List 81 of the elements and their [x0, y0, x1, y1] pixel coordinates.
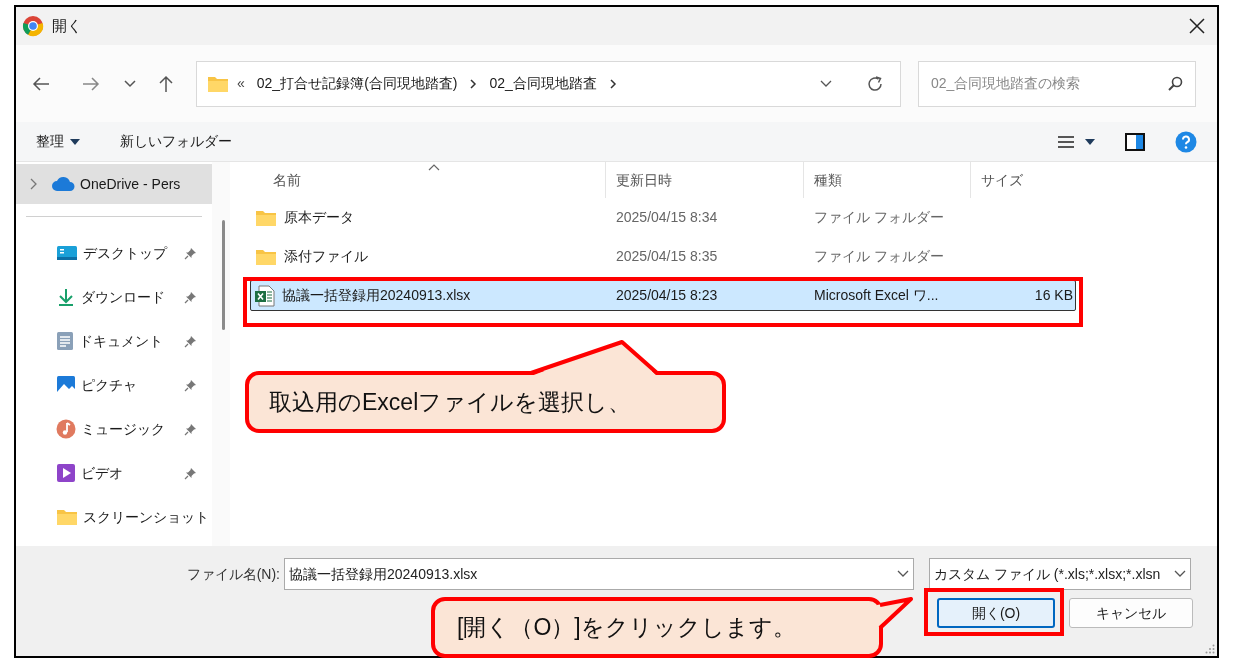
file-name: 添付ファイル	[284, 247, 368, 266]
chevron-down-icon[interactable]	[897, 570, 909, 578]
preview-pane-icon[interactable]	[1125, 132, 1145, 151]
cancel-button[interactable]: キャンセル	[1069, 598, 1193, 628]
back-arrow-icon[interactable]	[32, 75, 50, 92]
file-row[interactable]: 添付ファイル 2025/04/15 8:35 ファイル フォルダー	[250, 241, 1076, 272]
file-row[interactable]: 原本データ 2025/04/15 8:34 ファイル フォルダー	[250, 202, 1076, 233]
sidebar-item[interactable]: デスクトップ	[16, 233, 212, 273]
sort-caret-icon	[428, 164, 440, 171]
caret-icon[interactable]	[70, 138, 80, 145]
filename-label: ファイル名(N):	[185, 564, 281, 584]
cloud-icon	[51, 176, 75, 192]
window-title: 開く	[52, 15, 82, 36]
column-header[interactable]: 種類	[814, 169, 842, 191]
video-play-icon	[56, 463, 76, 483]
chevron-right-icon[interactable]	[608, 78, 617, 89]
help-icon[interactable]	[1175, 130, 1197, 153]
caret-icon[interactable]	[1085, 138, 1095, 145]
up-arrow-icon[interactable]	[158, 74, 174, 93]
pin-icon[interactable]	[184, 378, 197, 392]
breadcrumb-item[interactable]: 02_合同現地踏査	[489, 73, 597, 94]
close-icon[interactable]	[1189, 18, 1205, 34]
browser-logo-icon	[22, 15, 44, 37]
callout: [開く（O）]をクリックします。	[431, 597, 883, 658]
column-header[interactable]: 更新日時	[616, 169, 672, 191]
sidebar-item[interactable]: OneDrive - Pers	[16, 164, 212, 204]
search-box[interactable]: 02_合同現地踏査の検索	[918, 60, 1196, 107]
column-header[interactable]: サイズ	[981, 169, 1023, 191]
address-bar[interactable]: « 02_打合せ記録簿(合同現地踏査) 02_合同現地踏査	[196, 60, 901, 107]
callout-pointer	[877, 597, 913, 631]
desktop-icon	[56, 244, 78, 262]
document-icon	[56, 331, 74, 351]
file-name: 原本データ	[284, 208, 354, 227]
forward-arrow-icon[interactable]	[82, 75, 100, 92]
search-icon[interactable]	[1167, 75, 1183, 92]
table-cell-text: Microsoft Excel ワ...	[813, 286, 940, 305]
chevron-right-icon[interactable]	[469, 78, 478, 89]
file-row[interactable]: 協議一括登録用20240913.xlsx 2025/04/15 8:23 Microsoft Excel ワ... 16 KB	[250, 280, 1076, 311]
sidebar-item[interactable]: ビデオ	[16, 453, 212, 493]
breadcrumb-item[interactable]: 02_打合せ記録簿(合同現地踏査)	[256, 73, 458, 94]
table-cell-text: ファイル フォルダー	[813, 208, 945, 227]
folder-icon	[255, 208, 277, 227]
chevron-down-icon[interactable]	[820, 79, 832, 88]
pin-icon[interactable]	[184, 422, 197, 436]
table-cell-text: 16 KB	[1034, 286, 1074, 305]
chevron-down-icon[interactable]	[124, 79, 136, 88]
refresh-icon[interactable]	[866, 74, 884, 93]
download-arrow-icon	[56, 287, 76, 307]
pin-icon[interactable]	[184, 246, 197, 260]
picture-icon	[56, 375, 76, 395]
table-cell-text: 2025/04/15 8:34	[615, 208, 719, 227]
folder-icon	[56, 508, 78, 526]
breadcrumb-overflow[interactable]: «	[237, 73, 245, 94]
table-cell-text: 2025/04/15 8:35	[615, 247, 719, 266]
search-field[interactable]: 02_合同現地踏査の検索	[931, 73, 1167, 94]
pin-icon[interactable]	[184, 466, 197, 480]
filename-box[interactable]: 協議一括登録用20240913.xlsx	[284, 558, 914, 590]
pin-icon[interactable]	[184, 334, 197, 348]
spreadsheet-file-icon	[255, 284, 275, 307]
resize-grip-icon[interactable]	[1205, 644, 1215, 654]
sidebar-item[interactable]: スクリーンショット	[16, 497, 212, 537]
folder-icon	[207, 74, 229, 93]
table-cell-text: ファイル フォルダー	[813, 247, 945, 266]
column-header[interactable]: 名前	[273, 169, 301, 191]
view-list-icon[interactable]	[1057, 134, 1075, 149]
folder-icon	[255, 247, 277, 266]
file-type-dropdown[interactable]: カスタム ファイル (*.xls;*.xlsx;*.xlsn	[929, 558, 1191, 590]
scrollbar-thumb[interactable]	[221, 220, 225, 330]
music-note-icon	[56, 419, 76, 439]
file-name: 協議一括登録用20240913.xlsx	[282, 286, 471, 305]
sidebar-item[interactable]: ダウンロード	[16, 277, 212, 317]
filename-field[interactable]: 協議一括登録用20240913.xlsx	[289, 563, 897, 585]
table-cell-text: 2025/04/15 8:23	[615, 286, 719, 305]
open-button[interactable]: 開く(O)	[937, 598, 1055, 628]
sidebar-item[interactable]: ドキュメント	[16, 321, 212, 361]
new-folder-button[interactable]: 新しいフォルダー	[120, 131, 232, 152]
organize-menu[interactable]: 整理	[36, 131, 80, 152]
sidebar-item[interactable]: ピクチャ	[16, 365, 212, 405]
sidebar-item[interactable]: ミュージック	[16, 409, 212, 449]
chevron-down-icon[interactable]	[1174, 570, 1186, 578]
pin-icon[interactable]	[184, 290, 197, 304]
